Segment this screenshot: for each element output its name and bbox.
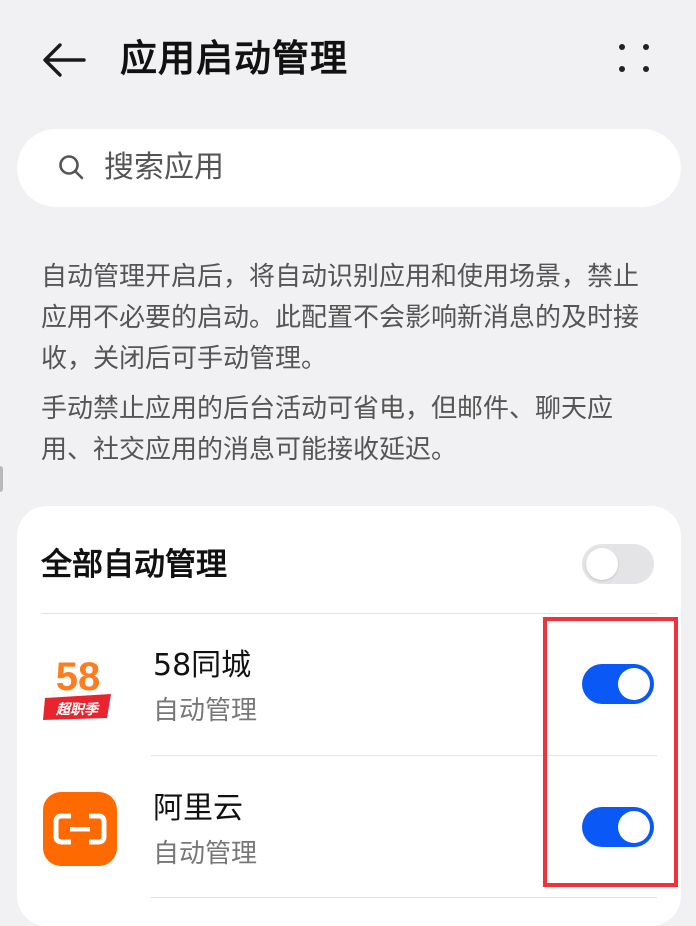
more-options-button[interactable] (612, 40, 656, 80)
app-name: 58同城 (153, 648, 252, 683)
app-status: 自动管理 (153, 839, 258, 869)
edge-indicator (0, 466, 3, 492)
app-status: 自动管理 (153, 696, 258, 726)
svg-text:58: 58 (56, 655, 101, 699)
title-bar: 应用启动管理 (0, 0, 696, 120)
description-note: 手动禁止应用的后台活动可省电，但邮件、聊天应用、社交应用的消息可能接收延迟。 (41, 394, 614, 465)
divider (151, 897, 657, 898)
svg-text:超职季: 超职季 (55, 701, 100, 718)
aliyun-logo-icon (43, 792, 117, 866)
all-auto-manage-label: 全部自动管理 (41, 547, 227, 583)
divider (41, 613, 657, 614)
all-auto-manage-toggle[interactable] (582, 544, 654, 584)
arrow-left-icon (43, 43, 86, 77)
search-placeholder: 搜索应用 (104, 150, 224, 185)
back-button[interactable] (40, 38, 88, 82)
description-text: 自动管理开启后，将自动识别应用和使用场景，禁止应用不必要的启动。此配置不会影响新… (41, 262, 640, 374)
highlight-box (543, 617, 678, 887)
app-name: 阿里云 (153, 791, 243, 826)
search-input[interactable]: 搜索应用 (17, 129, 681, 207)
page-title: 应用启动管理 (120, 37, 348, 80)
search-icon (59, 155, 84, 180)
58-tongcheng-logo-icon: 58 超职季 (41, 648, 115, 722)
toggle-knob (586, 548, 618, 580)
